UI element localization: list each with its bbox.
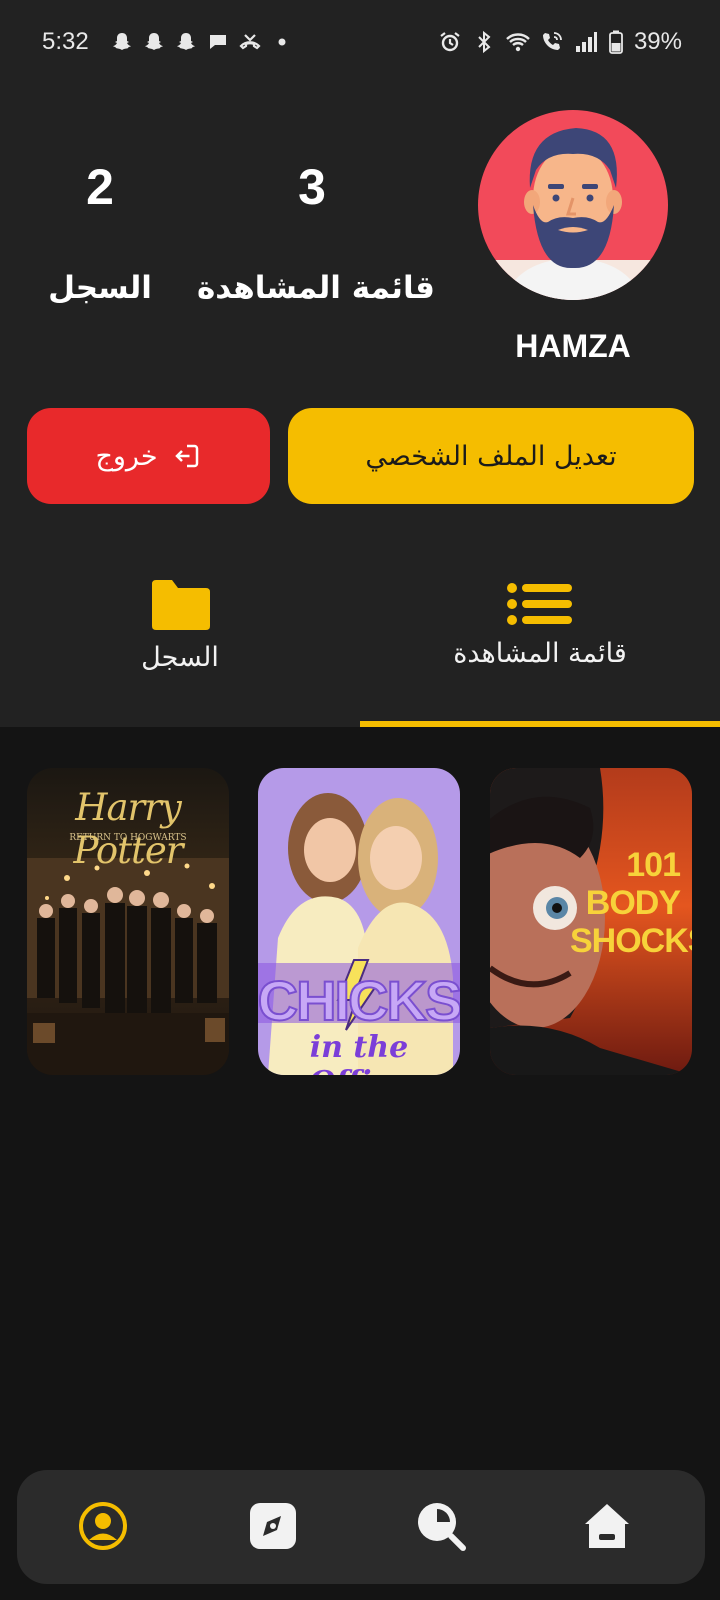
poster-chicks-title: CHICKS (258, 968, 460, 1033)
poster-body-title: 101 BODY SHOCKS (570, 846, 692, 960)
status-time: 5:32 (42, 28, 89, 55)
wifi-call-icon (542, 32, 562, 50)
explore-icon (250, 1503, 296, 1549)
search-icon (418, 1503, 466, 1551)
system-icons: 39% (438, 28, 682, 56)
list-icon (507, 583, 572, 625)
home-icon (585, 1504, 629, 1548)
watchlist-count: 3 (298, 159, 326, 215)
edit-profile-label: تعديل الملف الشخصي (365, 440, 617, 472)
logout-button[interactable]: خروج (27, 408, 270, 504)
profile-icon (79, 1502, 127, 1550)
edit-profile-button[interactable]: تعديل الملف الشخصي (288, 408, 694, 504)
tab-watchlist-label: قائمة المشاهدة (453, 638, 627, 669)
active-tab-indicator (360, 721, 720, 727)
bluetooth-icon (478, 30, 491, 54)
tab-history[interactable]: السجل (0, 580, 360, 727)
nav-explore[interactable] (245, 1498, 301, 1554)
watchlist-stat-label: قائمة المشاهدة (197, 270, 435, 306)
nav-search[interactable] (413, 1498, 469, 1554)
username: HAMZA (515, 328, 631, 364)
dot-icon (278, 38, 286, 46)
bearded-man-illustration (478, 128, 668, 300)
poster-harry-potter[interactable]: Harry Potter RETURN TO HOGWARTS (27, 768, 229, 1075)
nav-home[interactable] (579, 1498, 635, 1554)
notification-icons (110, 30, 294, 54)
tab-watchlist[interactable]: قائمة المشاهدة (360, 580, 720, 727)
chat-bubble-icon (210, 35, 226, 49)
bottom-nav (17, 1470, 705, 1584)
snapchat-icon (177, 33, 195, 50)
signal-icon (575, 32, 597, 52)
status-bar: 5:32 39% (0, 20, 720, 64)
snapchat-icon (113, 33, 131, 50)
folder-icon (152, 580, 210, 630)
poster-chicks-subtitle: in the Office (309, 1030, 409, 1075)
snapchat-icon (145, 33, 163, 50)
poster-chicks-in-the-office[interactable]: CHICKS in the Office (258, 768, 460, 1075)
alarm-icon (440, 32, 460, 52)
history-stat-label: السجل (48, 270, 152, 306)
avatar[interactable] (478, 110, 668, 300)
poster-hp-subtitle: RETURN TO HOGWARTS (69, 833, 187, 843)
poster-101-body-shocks[interactable]: 101 BODY SHOCKS (490, 768, 692, 1075)
wifi-icon (506, 33, 530, 52)
tab-history-label: السجل (141, 642, 219, 673)
logout-icon (174, 444, 198, 468)
logout-label: خروج (95, 440, 158, 472)
battery-icon (609, 30, 623, 54)
poster-hp-title: Harry Potter (73, 786, 184, 872)
battery-percentage: 39% (633, 28, 682, 55)
missed-call-icon (239, 34, 261, 50)
history-count: 2 (86, 159, 114, 215)
nav-profile[interactable] (75, 1498, 131, 1554)
